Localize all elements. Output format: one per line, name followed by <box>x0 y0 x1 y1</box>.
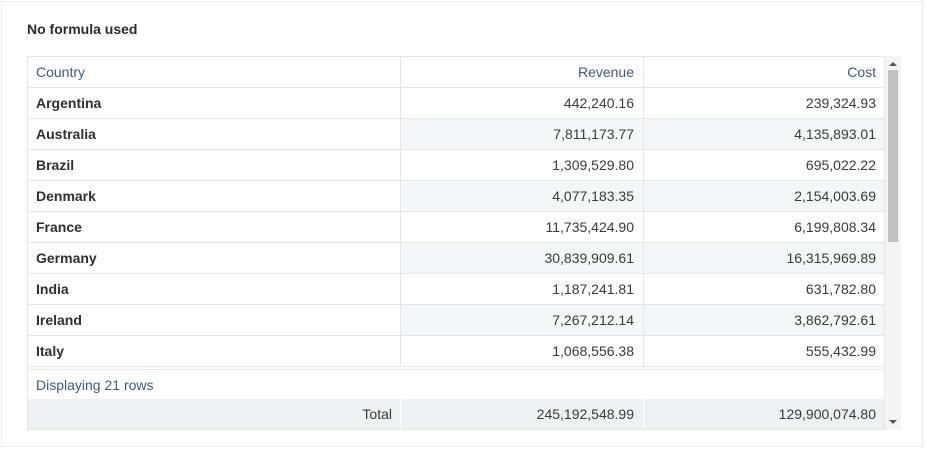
table-row[interactable]: Australia 7,811,173.77 4,135,893.01 <box>28 119 884 150</box>
revenue-cell: 4,077,183.35 <box>400 181 643 211</box>
country-cell: France <box>36 219 82 235</box>
revenue-cell: 7,811,173.77 <box>400 119 643 149</box>
total-cost: 129,900,074.80 <box>643 399 884 429</box>
scroll-up-arrow-icon[interactable] <box>889 62 897 66</box>
data-table: Country Revenue Cost Argentina 442,240.1… <box>27 56 885 430</box>
cost-cell: 16,315,969.89 <box>643 243 884 273</box>
table-row[interactable]: Ireland 7,267,212.14 3,862,792.61 <box>28 305 884 336</box>
column-header-cost[interactable]: Cost <box>643 57 884 87</box>
table-row[interactable]: India 1,187,241.81 631,782.80 <box>28 274 884 305</box>
cost-cell: 2,154,003.69 <box>643 181 884 211</box>
cost-cell: 695,022.22 <box>643 150 884 180</box>
scroll-down-arrow-icon[interactable] <box>889 420 897 424</box>
revenue-cell: 11,735,424.90 <box>400 212 643 242</box>
cost-cell: 4,135,893.01 <box>643 119 884 149</box>
table-row[interactable]: Denmark 4,077,183.35 2,154,003.69 <box>28 181 884 212</box>
vertical-scrollbar[interactable] <box>885 56 901 430</box>
country-cell: Australia <box>36 126 96 142</box>
table-row[interactable]: Brazil 1,309,529.80 695,022.22 <box>28 150 884 181</box>
revenue-cell: 1,309,529.80 <box>400 150 643 180</box>
table-row[interactable]: Argentina 442,240.16 239,324.93 <box>28 88 884 119</box>
cost-cell: 3,862,792.61 <box>643 305 884 335</box>
total-revenue: 245,192,548.99 <box>400 399 643 429</box>
scrollbar-thumb[interactable] <box>888 70 898 242</box>
cost-cell: 555,432.99 <box>643 336 884 366</box>
revenue-cell: 7,267,212.14 <box>400 305 643 335</box>
widget-title: No formula used <box>27 21 138 37</box>
revenue-cell: 1,187,241.81 <box>400 274 643 304</box>
country-cell: India <box>36 281 69 297</box>
country-cell: Ireland <box>36 312 82 328</box>
revenue-cell: 442,240.16 <box>400 88 643 118</box>
revenue-cell: 30,839,909.61 <box>400 243 643 273</box>
column-header-country[interactable]: Country <box>28 57 400 87</box>
country-cell: Germany <box>36 250 97 266</box>
country-cell: Italy <box>36 343 65 359</box>
cost-cell: 6,199,808.34 <box>643 212 884 242</box>
table-row[interactable]: Germany 30,839,909.61 16,315,969.89 <box>28 243 884 274</box>
table-row[interactable]: Italy 1,068,556.38 555,432.99 <box>28 336 884 367</box>
country-cell: Argentina <box>36 95 102 111</box>
cost-cell: 631,782.80 <box>643 274 884 304</box>
country-cell: Brazil <box>36 157 75 173</box>
totals-row: Total 245,192,548.99 129,900,074.80 <box>28 399 884 429</box>
column-header-revenue[interactable]: Revenue <box>400 57 643 87</box>
table-header-row: Country Revenue Cost <box>28 57 884 88</box>
row-count-status: Displaying 21 rows <box>28 369 884 399</box>
total-label: Total <box>362 406 392 422</box>
revenue-cell: 1,068,556.38 <box>400 336 643 366</box>
cost-cell: 239,324.93 <box>643 88 884 118</box>
table-row[interactable]: France 11,735,424.90 6,199,808.34 <box>28 212 884 243</box>
country-cell: Denmark <box>36 188 96 204</box>
